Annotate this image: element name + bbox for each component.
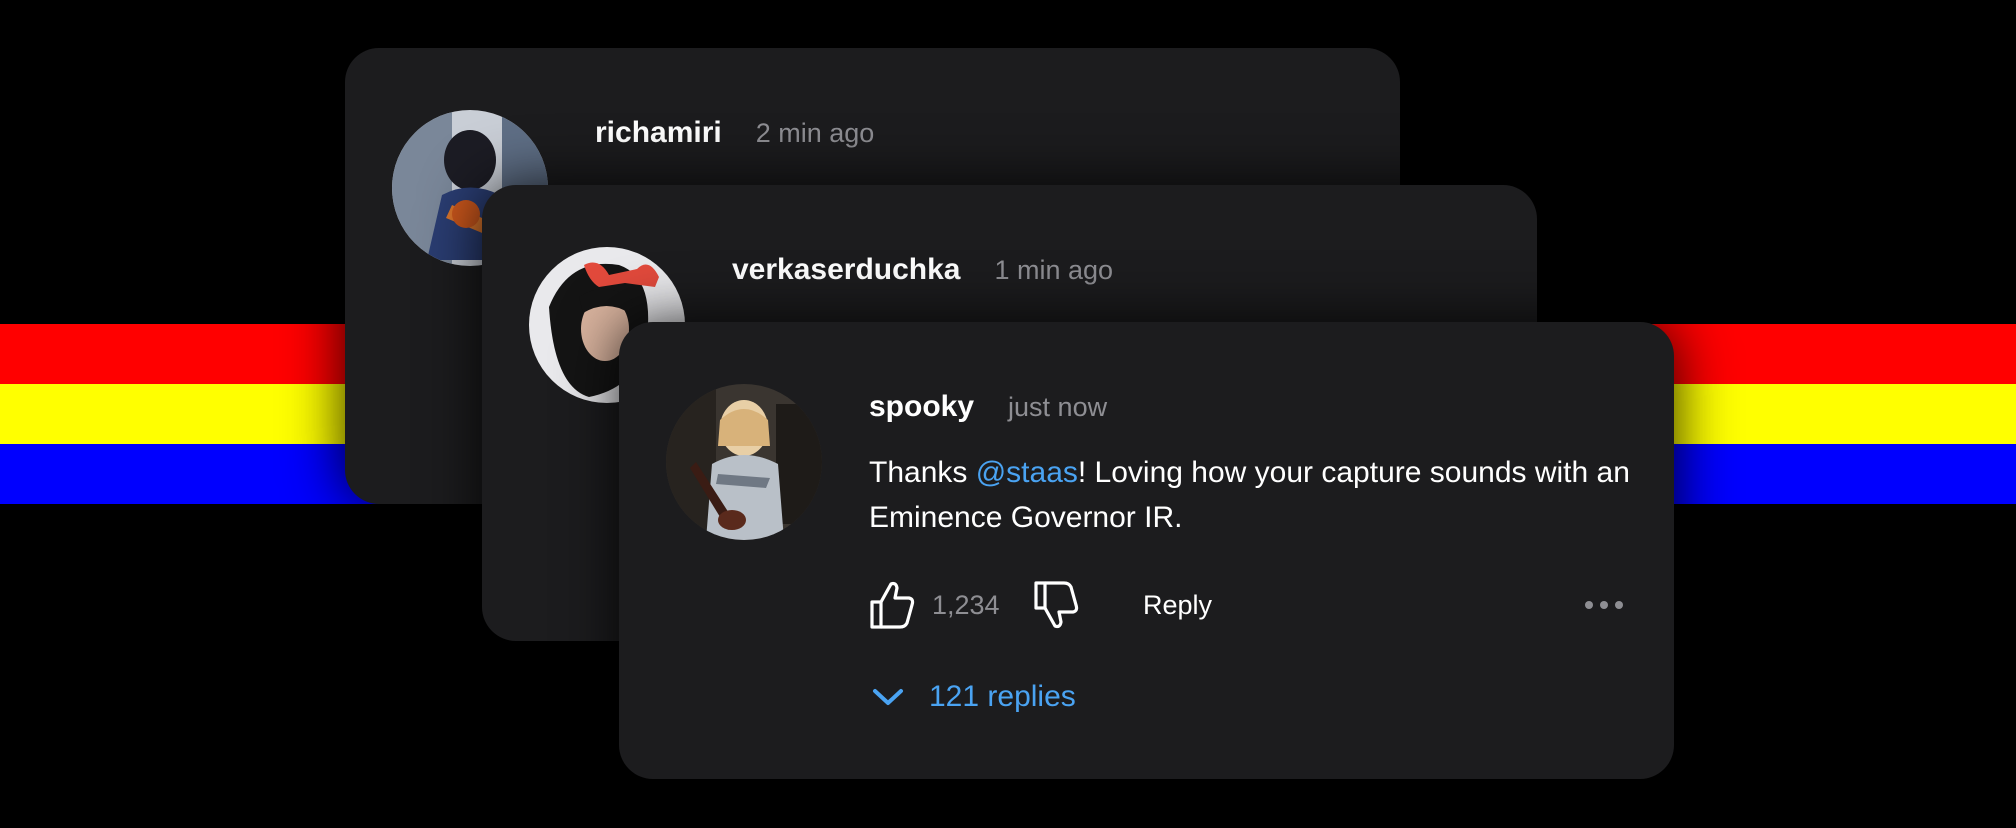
timestamp: 1 min ago (994, 255, 1114, 285)
username[interactable]: richamiri (595, 116, 722, 150)
timestamp: just now (1008, 392, 1108, 422)
like-count: 1,234 (932, 590, 1000, 620)
user-mention-link[interactable]: @staas (976, 456, 1078, 489)
thumbs-down-icon[interactable] (1033, 580, 1079, 630)
username[interactable]: verkaserduchka (732, 253, 961, 287)
comment-actions: 1,234 Reply (869, 580, 1639, 630)
stage: richamiri 2 min ago I've been using TONE… (0, 0, 2016, 828)
timestamp: 2 min ago (755, 118, 875, 148)
comment-text-start: Thanks (869, 456, 976, 489)
reply-button[interactable]: Reply (1143, 590, 1212, 621)
avatar[interactable] (666, 384, 822, 540)
view-replies-button[interactable]: 121 replies (871, 680, 1076, 714)
more-options-icon[interactable] (1584, 598, 1624, 612)
comment-header: richamiri 2 min ago (595, 116, 874, 150)
thumbs-up-icon[interactable] (869, 580, 915, 630)
comment-text: Thanks @staas! Loving how your capture s… (869, 450, 1639, 540)
chevron-down-icon (873, 689, 903, 705)
username[interactable]: spooky (869, 390, 974, 424)
comment-header: verkaserduchka 1 min ago (732, 253, 1113, 287)
avatar-image (666, 384, 822, 540)
comment-card: spooky just now Thanks @staas! Loving ho… (619, 322, 1674, 779)
comment-header: spooky just now (869, 390, 1107, 424)
replies-count-label: 121 replies (929, 680, 1076, 713)
